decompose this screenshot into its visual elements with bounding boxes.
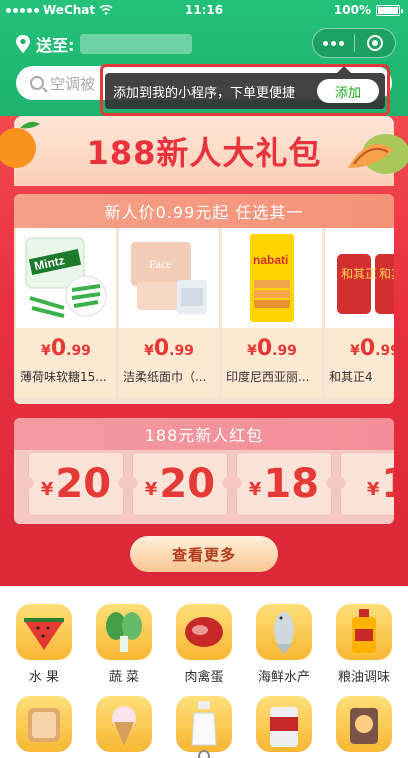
- product-price: ¥0.99: [144, 336, 194, 361]
- product-price: ¥0.99: [350, 336, 394, 361]
- product-price-box: ¥0.99 印度尼西亚丽...: [222, 328, 322, 398]
- face-brand-text: Face: [149, 257, 172, 271]
- product-card[interactable]: nabati ¥0.99 印度尼西亚丽...: [222, 228, 322, 398]
- vegetable-icon: [96, 604, 152, 660]
- category-label: 粮油调味: [337, 670, 390, 685]
- red-packet-header: 188元新人红包: [14, 418, 394, 450]
- close-mini-program-button[interactable]: [354, 35, 395, 51]
- oil-icon: [336, 604, 392, 660]
- product-name: 印度尼西亚丽...: [226, 370, 310, 384]
- product-name: 洁柔纸面巾（...: [123, 370, 207, 384]
- search-icon: [30, 76, 44, 90]
- address-redacted: [80, 34, 193, 54]
- gift-banner-title: 188新人大礼包: [86, 134, 322, 172]
- product-price-box: ¥0.99 洁柔纸面巾（...: [119, 328, 219, 398]
- product-list: Mintz ¥0.99 薄荷味软糖15... Face ¥0.99 洁柔纸面巾（…: [16, 228, 394, 398]
- icecream-icon: [96, 696, 152, 752]
- status-bar: WeChat 11:16 100%: [0, 0, 408, 20]
- new-user-deal-header: 新人价0.99元起 任选其一: [14, 194, 394, 228]
- category-beer[interactable]: [254, 696, 314, 758]
- category-icecream[interactable]: [94, 696, 154, 758]
- add-to-my-miniprogram-tip: 添加到我的小程序，下单更便捷 添加: [100, 64, 390, 116]
- beer-icon: [256, 696, 312, 752]
- watermelon-icon: [16, 604, 72, 660]
- category-grain-oil[interactable]: 粮油调味: [334, 604, 394, 685]
- red-packet-card: 188元新人红包 ¥20 ¥20 ¥18 ¥1: [14, 418, 394, 524]
- coupon[interactable]: ¥20: [126, 452, 234, 516]
- search-placeholder: 空调被: [50, 74, 96, 93]
- coupon[interactable]: ¥18: [230, 452, 338, 516]
- see-more-button[interactable]: 查看更多: [130, 536, 278, 572]
- tip-text: 添加到我的小程序，下单更便捷: [113, 85, 296, 101]
- product-price: ¥0.99: [247, 336, 297, 361]
- mini-program-capsule: [312, 28, 396, 58]
- category-meat[interactable]: 肉禽蛋: [174, 604, 234, 685]
- bread-icon: [16, 696, 72, 752]
- herbal-tea-brand-text: 和其正: [379, 267, 394, 281]
- deliver-to-label: 送至:: [36, 36, 75, 55]
- product-card[interactable]: Mintz ¥0.99 薄荷味软糖15...: [16, 228, 116, 398]
- product-price-box: ¥0.99 薄荷味软糖15...: [16, 328, 116, 398]
- product-card[interactable]: 和其正 和其正 ¥0.99 和其正4: [325, 228, 394, 398]
- product-name: 薄荷味软糖15...: [20, 370, 107, 384]
- delivery-location[interactable]: 送至:: [16, 32, 193, 56]
- fish-icon: [256, 604, 312, 660]
- coupon[interactable]: ¥20: [22, 452, 130, 516]
- new-user-deal-card: 新人价0.99元起 任选其一 Mintz ¥0.99 薄荷味软糖15... Fa…: [14, 194, 394, 404]
- product-card[interactable]: Face ¥0.99 洁柔纸面巾（...: [119, 228, 219, 398]
- category-snack[interactable]: [334, 696, 394, 758]
- herbal-tea-cans-image: 和其正 和其正: [337, 254, 394, 314]
- more-options-button[interactable]: [313, 40, 354, 46]
- wafer-image: nabati: [250, 234, 294, 322]
- mint-candy-image: Mintz: [25, 237, 107, 318]
- product-price-box: ¥0.99 和其正4: [325, 328, 394, 398]
- milk-icon: [176, 696, 232, 752]
- location-pin-icon: [16, 35, 30, 53]
- category-label: 海鲜水产: [257, 670, 310, 685]
- category-bread[interactable]: [14, 696, 74, 758]
- meat-icon: [176, 604, 232, 660]
- category-milk[interactable]: [174, 696, 234, 758]
- category-grid: 水 果 蔬 菜 肉禽蛋 海鲜水产 粮油调味: [0, 586, 408, 758]
- close-circle-icon: [366, 35, 383, 51]
- product-price: ¥0.99: [41, 336, 91, 361]
- tip-bubble: 添加到我的小程序，下单更便捷 添加: [105, 66, 385, 109]
- nav-bar: 送至:: [0, 28, 408, 60]
- product-name: 和其正4: [329, 370, 373, 384]
- category-fruit[interactable]: 水 果: [14, 604, 74, 685]
- coupon[interactable]: ¥1: [334, 452, 394, 516]
- coupon-list: ¥20 ¥20 ¥18 ¥1: [22, 452, 394, 516]
- snack-icon: [336, 696, 392, 752]
- tissue-pack-image: Face: [131, 242, 207, 314]
- category-label: 水 果: [28, 670, 60, 685]
- battery-percent: 100%: [333, 3, 371, 17]
- category-vegetable[interactable]: 蔬 菜: [94, 604, 154, 685]
- herbal-tea-brand-text: 和其正: [341, 267, 377, 281]
- add-button[interactable]: 添加: [317, 79, 379, 103]
- category-label: 蔬 菜: [108, 670, 140, 685]
- battery-icon: [376, 4, 403, 16]
- category-seafood[interactable]: 海鲜水产: [254, 604, 314, 685]
- home-indicator: [198, 750, 210, 758]
- category-label: 肉禽蛋: [184, 670, 224, 685]
- nabati-logo-text: nabati: [253, 253, 288, 267]
